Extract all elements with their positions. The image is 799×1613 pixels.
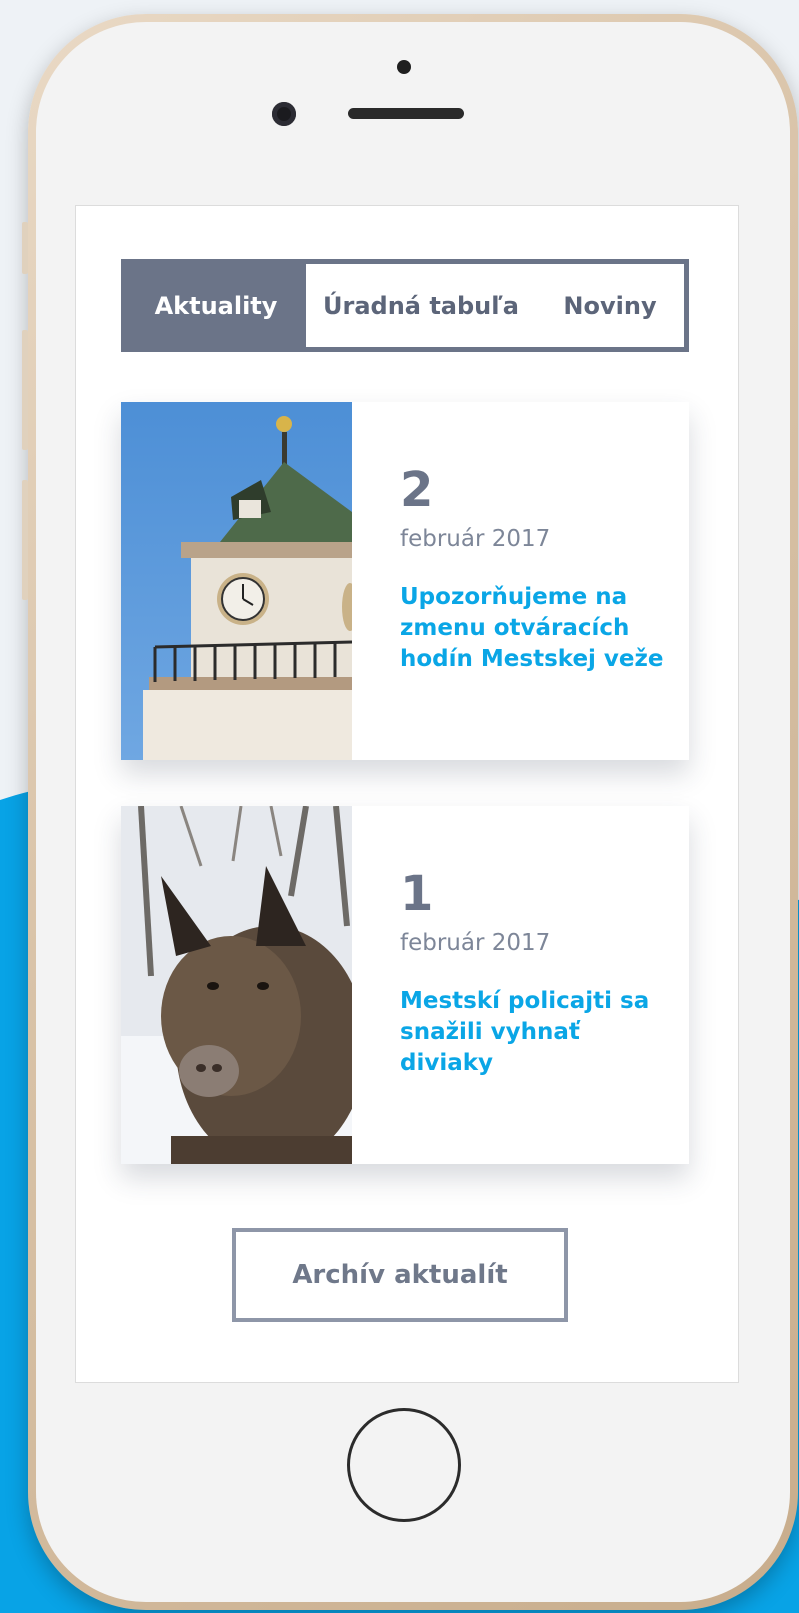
news-card-content: 2 február 2017 Upozorňujeme na zmenu otv… <box>400 466 669 675</box>
wild-boar-image <box>121 806 352 1164</box>
tab-bar: Aktuality Úradná tabuľa Noviny <box>121 259 689 352</box>
phone-side-button <box>22 222 28 274</box>
tab-noviny[interactable]: Noviny <box>536 264 684 347</box>
archive-button[interactable]: Archív aktualít <box>232 1228 568 1322</box>
news-day: 2 <box>400 462 434 518</box>
news-title[interactable]: Mestskí policajti sa snažili vyhnať divi… <box>400 986 669 1079</box>
phone-sensor <box>397 60 411 74</box>
news-month: február 2017 <box>400 930 551 956</box>
news-card-content: 1 február 2017 Mestskí policajti sa snaž… <box>400 870 669 1079</box>
phone-speaker <box>348 108 464 119</box>
clock-tower-image <box>121 402 352 760</box>
tab-uradna-tabula[interactable]: Úradná tabuľa <box>306 264 536 347</box>
news-month: február 2017 <box>400 526 551 552</box>
phone-home-button[interactable] <box>347 1408 461 1522</box>
news-card[interactable]: 2 február 2017 Upozorňujeme na zmenu otv… <box>121 402 689 760</box>
tab-aktuality[interactable]: Aktuality <box>126 264 306 347</box>
phone-camera <box>272 102 296 126</box>
news-title[interactable]: Upozorňujeme na zmenu otváracích hodín M… <box>400 582 669 675</box>
news-card[interactable]: 1 február 2017 Mestskí policajti sa snaž… <box>121 806 689 1164</box>
phone-volume-down <box>22 480 28 600</box>
phone-screen: Aktuality Úradná tabuľa Noviny 2 február… <box>75 205 739 1383</box>
news-day: 1 <box>400 866 434 922</box>
phone-volume-up <box>22 330 28 450</box>
